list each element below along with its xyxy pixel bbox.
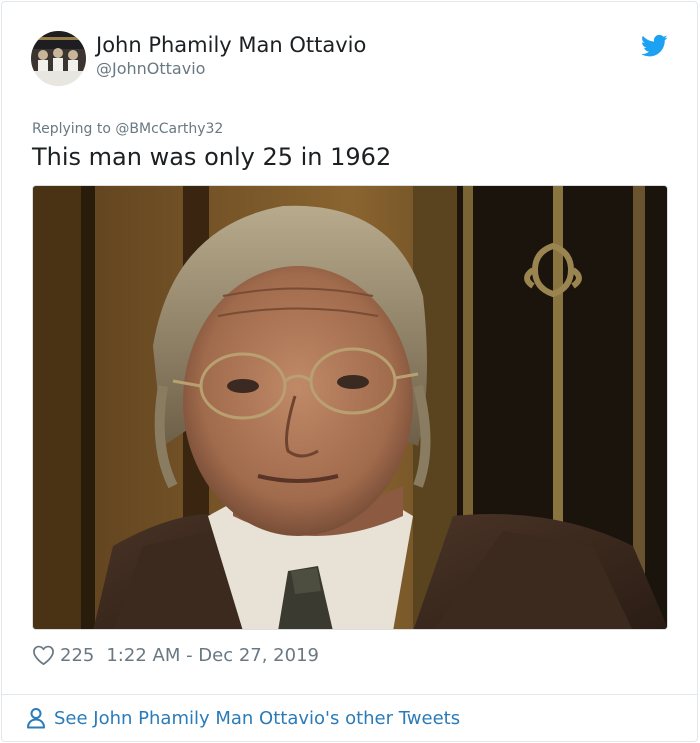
tweet-photo[interactable] — [32, 185, 668, 630]
person-icon — [27, 708, 45, 729]
avatar-image — [31, 31, 86, 86]
footer-divider — [1, 694, 698, 695]
tweet-meta: 225 1:22 AM - Dec 27, 2019 — [32, 643, 319, 667]
reply-mention-link[interactable]: @BMcCarthy32 — [115, 121, 223, 137]
reply-prefix: Replying to — [32, 121, 116, 137]
heart-icon[interactable] — [32, 644, 55, 666]
see-other-tweets-label: See John Phamily Man Ottavio's other Twe… — [54, 707, 461, 729]
author-avatar[interactable] — [31, 31, 86, 86]
see-other-tweets-link[interactable]: See John Phamily Man Ottavio's other Twe… — [26, 706, 460, 730]
reply-context: Replying to @BMcCarthy32 — [32, 121, 223, 137]
twitter-bird-icon[interactable] — [641, 34, 668, 58]
like-count[interactable]: 225 — [60, 645, 94, 666]
tweet-text: This man was only 25 in 1962 — [32, 143, 392, 171]
tweet-timestamp[interactable]: 1:22 AM - Dec 27, 2019 — [106, 645, 319, 666]
author-display-name[interactable]: John Phamily Man Ottavio — [96, 33, 366, 57]
photo-image — [33, 186, 667, 629]
author-handle[interactable]: @JohnOttavio — [96, 59, 205, 78]
